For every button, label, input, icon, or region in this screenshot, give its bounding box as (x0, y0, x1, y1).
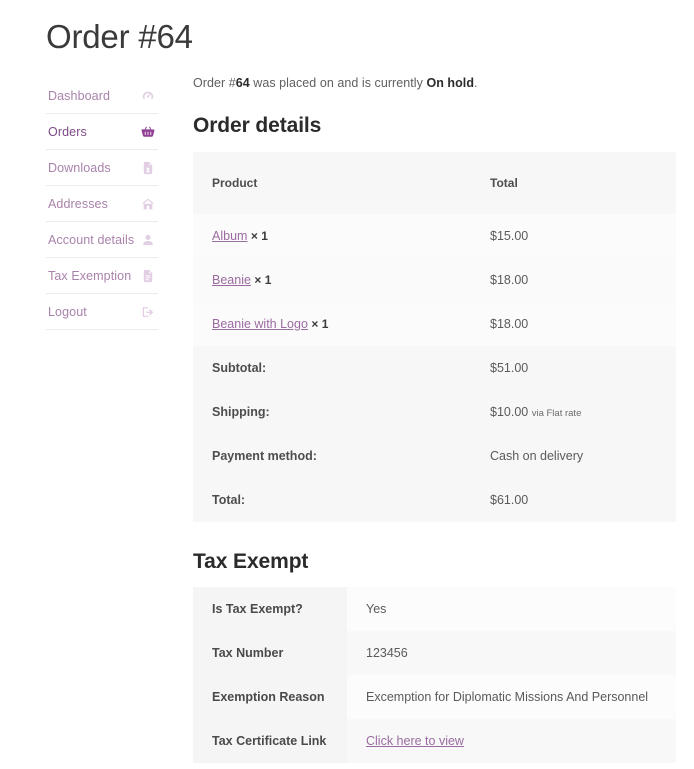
product-quantity: × 1 (254, 273, 272, 287)
tax-exempt-key: Exemption Reason (193, 675, 347, 719)
order-item-row: Album × 1 $15.00 (193, 214, 676, 258)
sidebar-item-orders[interactable]: Orders (46, 114, 158, 150)
column-header-total: Total (471, 152, 676, 214)
page-title: Order #64 (46, 18, 193, 55)
sidebar-item-addresses[interactable]: Addresses (46, 186, 158, 222)
order-total-row: Payment method: Cash on delivery (193, 434, 676, 478)
column-header-product: Product (193, 152, 471, 214)
shipping-method-note: via Flat rate (531, 408, 582, 419)
account-sidebar: Dashboard Orders Downloads Addresses Account… (46, 78, 158, 330)
order-details-table: Product Total Album × 1 $15.00 Beanie × 1 $… (193, 152, 676, 522)
product-quantity: × 1 (250, 229, 268, 243)
order-total-value: Cash on delivery (490, 449, 584, 463)
order-total-value: $10.00 (490, 405, 529, 419)
tax-exempt-row: Exemption Reason Excemption for Diplomati… (193, 675, 676, 719)
order-total-value-cell: $10.00 via Flat rate (471, 390, 676, 434)
order-total-label: Total: (193, 478, 471, 522)
tax-exempt-value-cell: 123456 (347, 631, 676, 675)
order-total-label: Payment method: (193, 434, 471, 478)
order-item-total: $18.00 (471, 258, 676, 302)
main-content: Order #64 was placed on and is currently… (193, 74, 676, 763)
product-link[interactable]: Album (212, 229, 247, 243)
order-item-row: Beanie × 1 $18.00 (193, 258, 676, 302)
product-quantity: × 1 (311, 317, 329, 331)
status-suffix: . (474, 76, 478, 90)
status-middle: was placed on and is currently (249, 76, 427, 90)
order-item-total: $18.00 (471, 302, 676, 346)
sidebar-item-label: Account details (48, 232, 135, 247)
product-link[interactable]: Beanie with Logo (212, 317, 308, 331)
sidebar-item-logout[interactable]: Logout (46, 294, 158, 330)
order-total-label: Subtotal: (193, 346, 471, 390)
status-badge: On hold (426, 76, 475, 90)
order-total-value: $51.00 (490, 361, 529, 375)
tax-exempt-value-cell: Click here to view (347, 719, 676, 763)
tax-exempt-value: Excemption for Diplomatic Missions And P… (366, 690, 649, 704)
order-item-product-cell: Beanie × 1 (193, 258, 471, 302)
order-total-value-cell: Cash on delivery (471, 434, 676, 478)
tax-exempt-heading: Tax Exempt (193, 550, 309, 573)
status-order-number: 64 (235, 76, 250, 90)
tax-exempt-table: Is Tax Exempt? Yes Tax Number 123456 Exempti… (193, 587, 676, 763)
gauge-icon (140, 88, 156, 104)
sidebar-item-label: Tax Exemption (48, 268, 132, 283)
order-details-heading: Order details (193, 114, 322, 137)
tax-exempt-value: 123456 (366, 646, 408, 660)
sidebar-item-label: Dashboard (48, 88, 111, 103)
tax-certificate-link[interactable]: Click here to view (366, 734, 464, 748)
order-item-row: Beanie with Logo × 1 $18.00 (193, 302, 676, 346)
tax-exempt-row: Is Tax Exempt? Yes (193, 587, 676, 631)
tax-exempt-key: Is Tax Exempt? (193, 587, 347, 631)
sidebar-item-label: Downloads (48, 160, 111, 175)
order-item-total: $15.00 (471, 214, 676, 258)
order-item-product-cell: Album × 1 (193, 214, 471, 258)
logout-icon (140, 304, 156, 320)
order-total-row: Shipping: $10.00 via Flat rate (193, 390, 676, 434)
sidebar-item-label: Orders (48, 124, 87, 139)
tax-exempt-value: Yes (366, 602, 387, 616)
sidebar-item-downloads[interactable]: Downloads (46, 150, 158, 186)
order-total-value-cell: $61.00 (471, 478, 676, 522)
order-total-value-cell: $51.00 (471, 346, 676, 390)
sidebar-item-tax-exemption[interactable]: Tax Exemption (46, 258, 158, 294)
user-icon (140, 232, 156, 248)
status-prefix: Order # (193, 76, 236, 90)
tax-exempt-row: Tax Certificate Link Click here to view (193, 719, 676, 763)
product-link[interactable]: Beanie (212, 273, 251, 287)
sidebar-item-dashboard[interactable]: Dashboard (46, 78, 158, 114)
tax-exempt-value-cell: Yes (347, 587, 676, 631)
order-page: Order #64 Dashboard Orders Downloads Addres… (0, 0, 694, 769)
sidebar-item-label: Addresses (48, 196, 108, 211)
order-item-product-cell: Beanie with Logo × 1 (193, 302, 471, 346)
order-total-value: $61.00 (490, 493, 529, 507)
tax-exempt-key: Tax Number (193, 631, 347, 675)
basket-icon (140, 124, 156, 140)
order-total-row: Total: $61.00 (193, 478, 676, 522)
order-table-header-row: Product Total (193, 152, 676, 214)
tax-exempt-key: Tax Certificate Link (193, 719, 347, 763)
tax-exempt-value-cell: Excemption for Diplomatic Missions And P… (347, 675, 676, 719)
home-icon (140, 196, 156, 212)
sidebar-item-account-details[interactable]: Account details (46, 222, 158, 258)
order-total-label: Shipping: (193, 390, 471, 434)
order-total-row: Subtotal: $51.00 (193, 346, 676, 390)
document-icon (140, 268, 156, 284)
tax-exempt-row: Tax Number 123456 (193, 631, 676, 675)
sidebar-item-label: Logout (48, 304, 87, 319)
order-status-line: Order #64 was placed on and is currently… (193, 74, 676, 92)
download-file-icon (140, 160, 156, 176)
